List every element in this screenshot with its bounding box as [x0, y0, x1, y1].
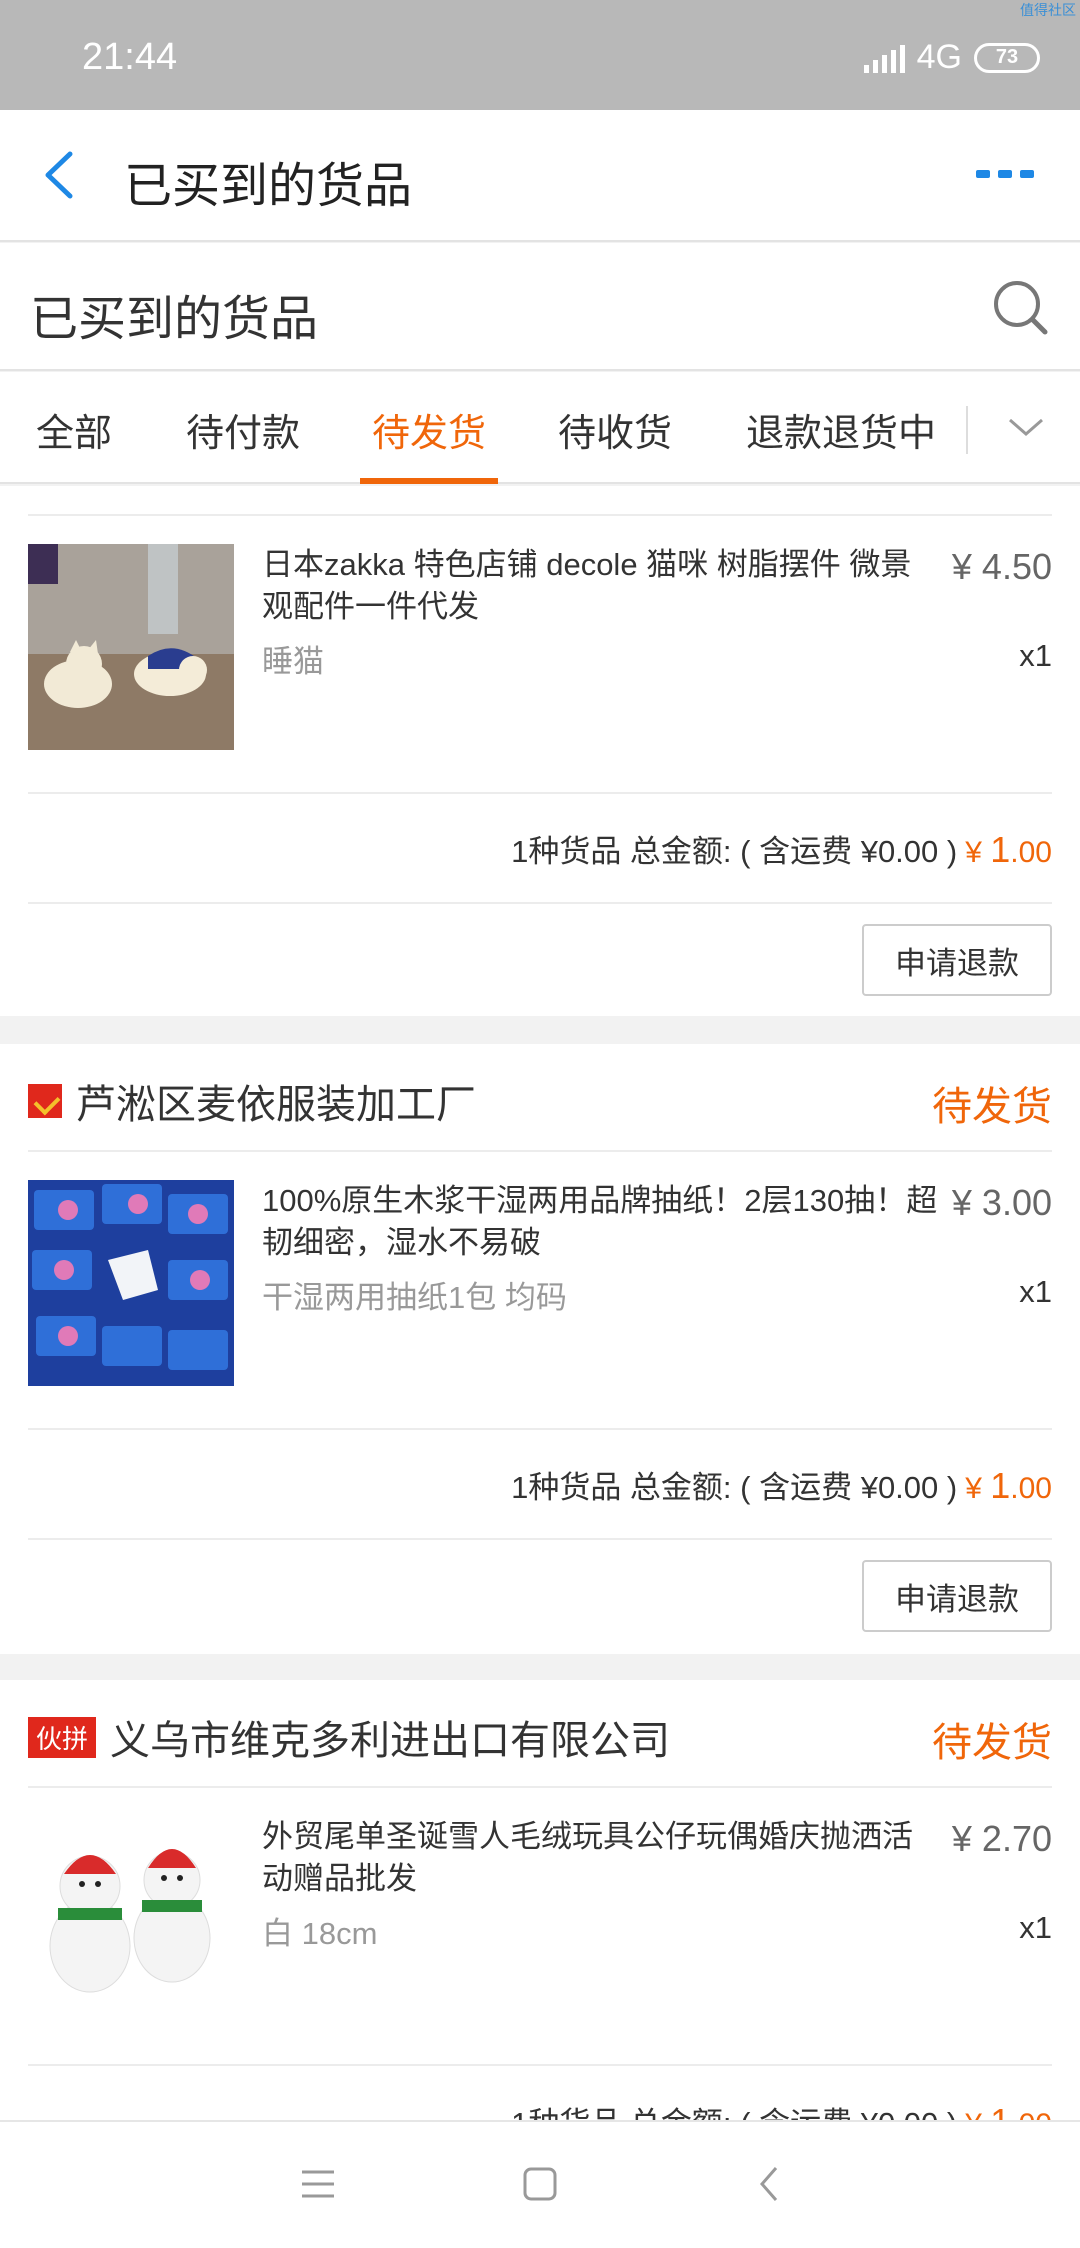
tab-pending-payment[interactable]: 待付款: [186, 402, 300, 457]
item-quantity: x1: [1019, 1910, 1052, 1945]
item-spec: 干湿两用抽纸1包 均码: [262, 1280, 567, 1315]
menu-icon[interactable]: [300, 2166, 336, 2202]
more-options-icon[interactable]: [976, 170, 1034, 178]
item-title[interactable]: 外贸尾单圣诞雪人毛绒玩具公仔玩偶婚庆抛洒活动赠品批发: [262, 1816, 942, 1900]
order-card: 芦淞区麦依服装加工厂 待发货 100%原生木浆干湿两用品牌抽纸！2层130抽！超…: [0, 1044, 1080, 1654]
shop-name: 义乌市维克多利进出口有限公司: [110, 1719, 671, 1763]
order-card: 伙拼 义乌市维克多利进出口有限公司 待发货 外贸尾单圣诞雪人毛绒玩具公仔玩偶婚庆…: [0, 1680, 1080, 2120]
search-bar[interactable]: 已买到的货品: [0, 243, 1080, 371]
product-image-snowman[interactable]: [28, 1816, 234, 2022]
order-status: 待发货: [932, 1085, 1052, 1129]
total-amount: ¥ 1.00: [965, 2101, 1052, 2120]
order-status-tabs: 全部 待付款 待发货 待收货 退款退货中: [0, 372, 1080, 484]
summary-label: 1种货品 总金额: ( 含运费 ¥0.00 ): [511, 834, 958, 869]
product-image-cat[interactable]: [28, 544, 234, 750]
search-icon[interactable]: [990, 277, 1050, 337]
tab-all[interactable]: 全部: [36, 402, 112, 457]
order-summary: 1种货品 总金额: ( 含运费 ¥0.00 ) ¥ 1.00: [511, 1462, 1052, 1507]
signal-icon: [863, 43, 905, 73]
shop-name-row[interactable]: 芦淞区麦依服装加工厂: [28, 1072, 476, 1130]
total-amount: ¥ 1.00: [965, 829, 1052, 870]
tab-pending-receipt[interactable]: 待收货: [558, 402, 672, 457]
product-image-tissue[interactable]: [28, 1180, 234, 1386]
order-card: 日本zakka 特色店铺 decole 猫咪 树脂摆件 微景观配件一件代发 ¥ …: [0, 486, 1080, 1016]
order-summary: 1种货品 总金额: ( 含运费 ¥0.00 ) ¥ 1.00: [511, 826, 1052, 871]
status-time: 21:44: [82, 36, 178, 78]
summary-label: 1种货品 总金额: ( 含运费 ¥0.00 ): [511, 1470, 958, 1505]
request-refund-button[interactable]: 申请退款: [862, 924, 1052, 996]
item-title[interactable]: 100%原生木浆干湿两用品牌抽纸！2层130抽！超韧细密，湿水不易破: [262, 1180, 942, 1264]
status-bar: 21:44 4G 73 值得社区: [0, 0, 1080, 110]
item-title[interactable]: 日本zakka 特色店铺 decole 猫咪 树脂摆件 微景观配件一件代发: [262, 544, 942, 628]
back-arrow-icon[interactable]: [40, 150, 80, 200]
summary-label: 1种货品 总金额: ( 含运费 ¥0.00 ): [511, 2098, 957, 2120]
shop-name: 芦淞区麦依服装加工厂: [76, 1083, 476, 1127]
page-title: 已买到的货品: [124, 160, 413, 213]
group-buy-badge: 伙拼: [28, 1716, 97, 1758]
order-status: 待发货: [932, 1721, 1052, 1765]
item-spec: 白 18cm: [262, 1916, 378, 1951]
status-right: 4G 73: [863, 38, 1040, 77]
item-price: ¥ 2.70: [951, 1818, 1052, 1859]
top-nav-bar: 已买到的货品: [0, 110, 1080, 242]
back-icon[interactable]: [752, 2166, 788, 2202]
order-summary: 1种货品 总金额: ( 含运费 ¥0.00 ) ¥ 1.00: [511, 2098, 1052, 2120]
system-navigation-bar: [0, 2120, 1080, 2248]
total-amount: ¥ 1.00: [965, 1465, 1052, 1506]
item-price: ¥ 3.00: [951, 1182, 1052, 1223]
item-quantity: x1: [1019, 1274, 1052, 1309]
network-label: 4G: [916, 38, 962, 76]
tab-pending-shipment[interactable]: 待发货: [372, 402, 486, 457]
battery-icon: 73: [974, 42, 1040, 73]
home-icon[interactable]: [522, 2166, 558, 2202]
item-spec: 睡猫: [262, 644, 324, 679]
item-price: ¥ 4.50: [951, 546, 1052, 587]
shop-name-row[interactable]: 伙拼 义乌市维克多利进出口有限公司: [28, 1708, 670, 1766]
tab-refunding[interactable]: 退款退货中: [746, 402, 936, 457]
item-quantity: x1: [1019, 638, 1052, 673]
shop-icon: [28, 1084, 62, 1118]
order-list: 日本zakka 特色店铺 decole 猫咪 树脂摆件 微景观配件一件代发 ¥ …: [0, 486, 1080, 2120]
watermark-text: 值得社区: [1020, 2, 1076, 18]
active-tab-indicator: [360, 478, 498, 484]
request-refund-button[interactable]: 申请退款: [862, 1560, 1052, 1632]
chevron-down-icon[interactable]: [1006, 412, 1046, 442]
search-label: 已买到的货品: [30, 293, 319, 346]
tab-separator: [966, 406, 968, 454]
